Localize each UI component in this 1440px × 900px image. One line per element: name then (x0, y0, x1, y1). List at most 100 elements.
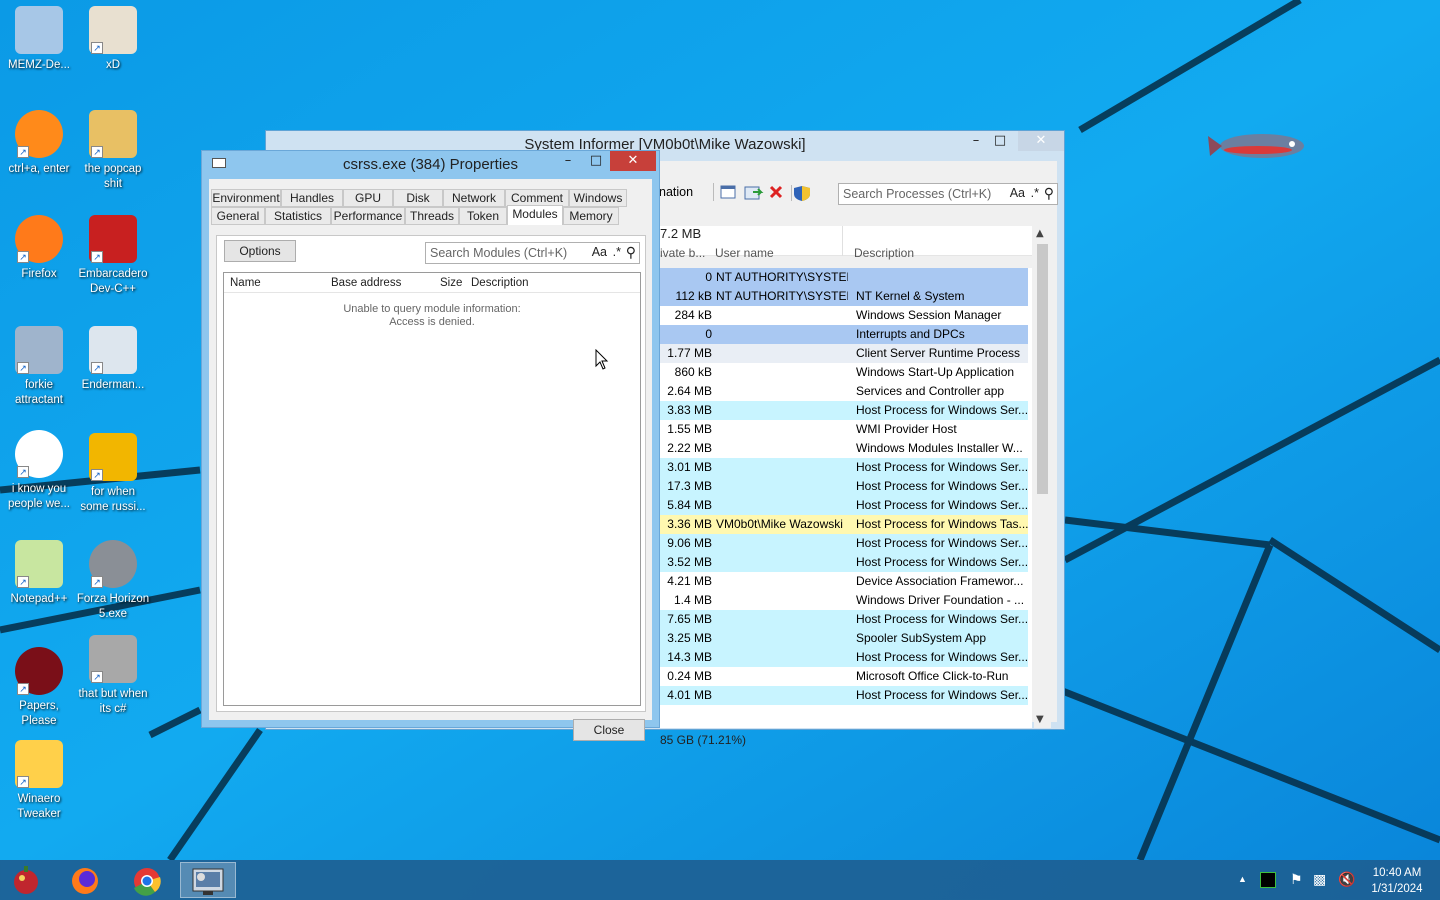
desktop-icon[interactable]: ↗ Enderman... (76, 326, 150, 393)
process-row[interactable]: 9.06 MB Host Process for Windows Ser... (660, 534, 1028, 553)
scroll-down-arrow-icon[interactable]: ▼ (1036, 714, 1044, 725)
column-description[interactable]: Description (854, 246, 914, 260)
column-description[interactable]: Description (471, 277, 529, 289)
desktop-icon[interactable]: ↗ forkie attractant (2, 326, 76, 408)
tab-gpu[interactable]: GPU (343, 189, 393, 207)
process-row[interactable]: 3.83 MB Host Process for Windows Ser... (660, 401, 1028, 420)
tray-app-icon[interactable] (1260, 872, 1276, 888)
shortcut-arrow-icon: ↗ (17, 776, 29, 788)
desktop-icon[interactable]: ↗ that but when its c# (76, 635, 150, 717)
search-icon[interactable]: ⚲ (626, 244, 636, 261)
tab-environment[interactable]: Environment (211, 189, 281, 207)
process-row[interactable]: 2.22 MB Windows Modules Installer W... (660, 439, 1028, 458)
network-icon[interactable]: ▩ (1313, 871, 1326, 888)
process-row[interactable]: 4.21 MB Device Association Framewor... (660, 572, 1028, 591)
close-dialog-button[interactable]: Close (573, 719, 645, 741)
scroll-up-arrow-icon[interactable]: ▲ (1036, 228, 1044, 239)
taskbar-firefox-button[interactable] (58, 862, 114, 898)
close-button[interactable]: ✕ (610, 151, 656, 171)
desktop-icon-label: for when some russi... (80, 486, 146, 513)
action-center-flag-icon[interactable]: ⚑ (1290, 871, 1303, 888)
tab-performance[interactable]: Performance (331, 207, 405, 225)
process-row[interactable]: 3.52 MB Host Process for Windows Ser... (660, 553, 1028, 572)
desktop-icon[interactable]: ↗ Forza Horizon 5.exe (76, 540, 150, 622)
tab-handles[interactable]: Handles (281, 189, 343, 207)
process-row[interactable]: 3.01 MB Host Process for Windows Ser... (660, 458, 1028, 477)
desktop-icon[interactable]: ↗ xD (76, 6, 150, 73)
process-private-bytes: 2.64 MB (667, 384, 712, 398)
scrollbar-thumb[interactable] (1037, 244, 1048, 494)
notepadpp-icon: ↗ (15, 540, 63, 588)
tab-token[interactable]: Token (459, 207, 507, 225)
tab-memory[interactable]: Memory (563, 207, 619, 225)
process-row[interactable]: 3.36 MB VM0b0t\Mike Wazowski Host Process … (660, 515, 1028, 534)
column-base-address[interactable]: Base address (331, 277, 401, 289)
process-list[interactable]: 0 NT AUTHORITY\SYSTEM 112 kB NT AUTHORITY\S… (660, 268, 1032, 728)
tab-disk[interactable]: Disk (393, 189, 443, 207)
tab-threads[interactable]: Threads (405, 207, 459, 225)
tab-modules[interactable]: Modules (507, 205, 563, 225)
toolbar-separator (713, 183, 714, 201)
column-private-bytes[interactable]: ivate b... (660, 246, 705, 260)
desktop-icon[interactable]: MEMZ-De... (2, 6, 76, 73)
vertical-scrollbar[interactable]: ▲ ▼ (1034, 226, 1051, 728)
regex-toggle[interactable]: .* (613, 245, 621, 259)
taskbar-memz-button[interactable] (0, 862, 56, 898)
taskbar-system-informer-button[interactable] (180, 862, 236, 898)
process-row[interactable]: 4.01 MB Host Process for Windows Ser... (660, 686, 1028, 705)
properties-titlebar[interactable]: csrss.exe (384) Properties – □ ✕ (202, 151, 659, 179)
desktop-icon[interactable]: ↗ i know you people we... (2, 430, 76, 512)
column-size[interactable]: Size (440, 277, 462, 289)
process-row[interactable]: 0 Interrupts and DPCs (660, 325, 1028, 344)
process-row[interactable]: 0 NT AUTHORITY\SYSTEM (660, 268, 1028, 287)
process-row[interactable]: 112 kB NT AUTHORITY\SYSTEM NT Kernel & Sys… (660, 287, 1028, 306)
maximize-button[interactable]: □ (986, 131, 1014, 151)
process-row[interactable]: 1.4 MB Windows Driver Foundation - ... (660, 591, 1028, 610)
show-hidden-icons-button[interactable]: ▲ (1238, 874, 1247, 884)
desktop-icon[interactable]: ↗ for when some russi... (76, 433, 150, 515)
maximize-button[interactable]: □ (582, 151, 610, 171)
case-sensitive-toggle[interactable]: Aa (592, 245, 607, 259)
modules-tab-panel: Options Search Modules (Ctrl+K) Aa .* ⚲ … (216, 235, 646, 712)
desktop-icon[interactable]: ↗ the popcap shit (76, 110, 150, 192)
process-search-input[interactable]: Search Processes (Ctrl+K) Aa .* ⚲ (838, 183, 1058, 205)
shortcut-arrow-icon: ↗ (91, 362, 103, 374)
process-row[interactable]: 2.64 MB Services and Controller app (660, 382, 1028, 401)
tab-windows[interactable]: Windows (569, 189, 627, 207)
options-button[interactable]: Options (224, 240, 296, 262)
process-row[interactable]: 7.65 MB Host Process for Windows Ser... (660, 610, 1028, 629)
minimize-button[interactable]: – (554, 151, 582, 171)
close-button[interactable]: ✕ (1018, 131, 1064, 151)
case-sensitive-toggle[interactable]: Aa (1010, 186, 1025, 200)
desktop-icon[interactable]: ↗ Embarcadero Dev-C++ (76, 215, 150, 297)
process-row[interactable]: 1.77 MB Client Server Runtime Process (660, 344, 1028, 363)
clock[interactable]: 10:40 AM 1/31/2024 (1368, 865, 1426, 897)
desktop-icon[interactable]: ↗ Winaero Tweaker (2, 740, 76, 822)
regex-toggle[interactable]: .* (1031, 186, 1039, 200)
process-row[interactable]: 860 kB Windows Start-Up Application (660, 363, 1028, 382)
search-icon[interactable]: ⚲ (1044, 185, 1054, 202)
process-private-bytes: 3.52 MB (667, 555, 712, 569)
toolbar-partial-label[interactable]: nation (659, 185, 693, 199)
taskbar-chrome-button[interactable] (120, 862, 176, 898)
module-search-input[interactable]: Search Modules (Ctrl+K) Aa .* ⚲ (425, 242, 640, 264)
column-user-name[interactable]: User name (715, 246, 774, 260)
desktop-icon[interactable]: ↗ ctrl+a, enter (2, 110, 76, 177)
process-row[interactable]: 3.25 MB Spooler SubSystem App (660, 629, 1028, 648)
tab-general[interactable]: General (211, 207, 265, 225)
modules-list[interactable]: Name Base address Size Description Unabl… (223, 272, 641, 706)
column-name[interactable]: Name (230, 277, 261, 289)
process-row[interactable]: 5.84 MB Host Process for Windows Ser... (660, 496, 1028, 515)
volume-muted-icon[interactable]: 🔇 (1338, 871, 1355, 888)
desktop-icon[interactable]: ↗ Papers, Please (2, 647, 76, 729)
devcpp-icon: ↗ (89, 215, 137, 263)
process-row[interactable]: 0.24 MB Microsoft Office Click-to-Run (660, 667, 1028, 686)
process-row[interactable]: 1.55 MB WMI Provider Host (660, 420, 1028, 439)
tab-statistics[interactable]: Statistics (265, 207, 331, 225)
tab-network[interactable]: Network (443, 189, 505, 207)
desktop-icon[interactable]: ↗ Firefox (2, 215, 76, 282)
process-row[interactable]: 284 kB Windows Session Manager (660, 306, 1028, 325)
process-row[interactable]: 14.3 MB Host Process for Windows Ser... (660, 648, 1028, 667)
process-row[interactable]: 17.3 MB Host Process for Windows Ser... (660, 477, 1028, 496)
desktop-icon[interactable]: ↗ Notepad++ (2, 540, 76, 607)
